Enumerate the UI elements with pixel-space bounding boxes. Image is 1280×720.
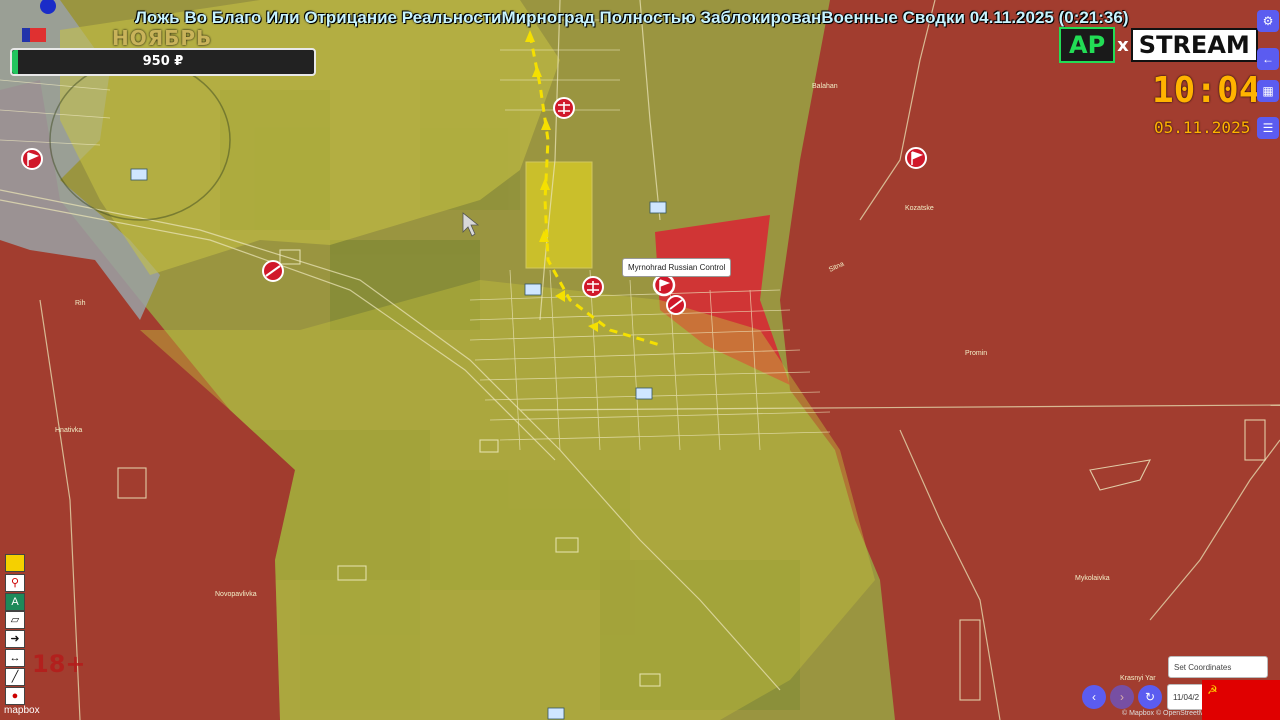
back-button[interactable]: ←	[1257, 48, 1279, 70]
mapbox-logo: mapbox	[4, 705, 40, 716]
donation-bar: 950 ₽	[10, 48, 316, 76]
refresh-button[interactable]: ↻	[1138, 685, 1162, 709]
date-input[interactable]: 11/04/2	[1167, 684, 1207, 710]
place-label-promin: Promin	[965, 350, 987, 357]
donation-amount: 950 ₽	[142, 54, 184, 69]
nav-prev-button[interactable]: ‹	[1082, 685, 1106, 709]
soviet-flag: ☭	[1202, 680, 1280, 720]
tool-arrow-icon[interactable]: ➜	[5, 630, 25, 648]
place-label-hnativka: Hnativka	[55, 427, 82, 434]
highlighted-block	[525, 161, 593, 269]
tool-line-icon[interactable]: ╱	[5, 668, 25, 686]
clock-time: 10:04	[1152, 70, 1261, 111]
tool-text-icon[interactable]: A	[5, 593, 25, 611]
tool-measure-icon[interactable]: ↔	[5, 649, 25, 667]
list-button[interactable]: ☰	[1257, 117, 1279, 139]
map-attribution: © Mapbox © OpenStreetMap	[1122, 710, 1213, 717]
news-ticker: Ложь Во Благо Или Отрицание РеальностиМи…	[135, 8, 1129, 27]
tool-marker-icon[interactable]: ⚲	[5, 574, 25, 592]
stream-logo: AP x STREAM	[1059, 27, 1258, 63]
marker-weapon-2[interactable]	[666, 295, 686, 315]
settings-button[interactable]: ⚙	[1257, 10, 1279, 32]
marker-red-flag-2[interactable]	[905, 147, 927, 169]
age-rating: 18+	[32, 650, 86, 678]
clock-date: 05.11.2025	[1154, 118, 1251, 137]
logo-separator: x	[1117, 34, 1129, 56]
nav-next-button[interactable]: ›	[1110, 685, 1134, 709]
layers-button[interactable]: ▦	[1257, 80, 1279, 102]
marker-selected[interactable]	[652, 273, 676, 297]
place-label-krasnyi-yar: Krasnyi Yar	[1120, 675, 1156, 682]
marker-bridge-1[interactable]	[553, 97, 575, 119]
place-label-rih: Rih	[75, 300, 86, 307]
map-popup: Myrnohrad Russian Control	[622, 258, 732, 277]
place-label-mykolaivka: Mykolaivka	[1075, 575, 1110, 582]
donation-progress-fill	[12, 50, 19, 74]
hammer-sickle-icon: ☭	[1207, 683, 1218, 697]
place-label-balahan: Balahan	[812, 83, 838, 90]
map-canvas[interactable]: Balahan Kozatske Promin Mykolaivka Hnati…	[0, 0, 1280, 720]
tool-pin-icon[interactable]: ●	[5, 687, 25, 705]
month-label: НОЯБРЬ	[112, 26, 213, 50]
marker-red-flag-1[interactable]	[21, 148, 43, 170]
place-label-kozatske: Kozatske	[905, 205, 934, 212]
tool-color-square[interactable]	[5, 554, 25, 572]
logo-stream: STREAM	[1130, 28, 1258, 62]
marker-bridge-2[interactable]	[582, 276, 604, 298]
set-coordinates-input[interactable]: Set Coordinates	[1168, 656, 1268, 678]
tool-polygon-icon[interactable]: ▱	[5, 611, 25, 629]
place-label-novopavlivka: Novopavlivka	[215, 591, 257, 598]
marker-weapon[interactable]	[262, 260, 284, 282]
logo-ap: AP	[1059, 27, 1116, 63]
